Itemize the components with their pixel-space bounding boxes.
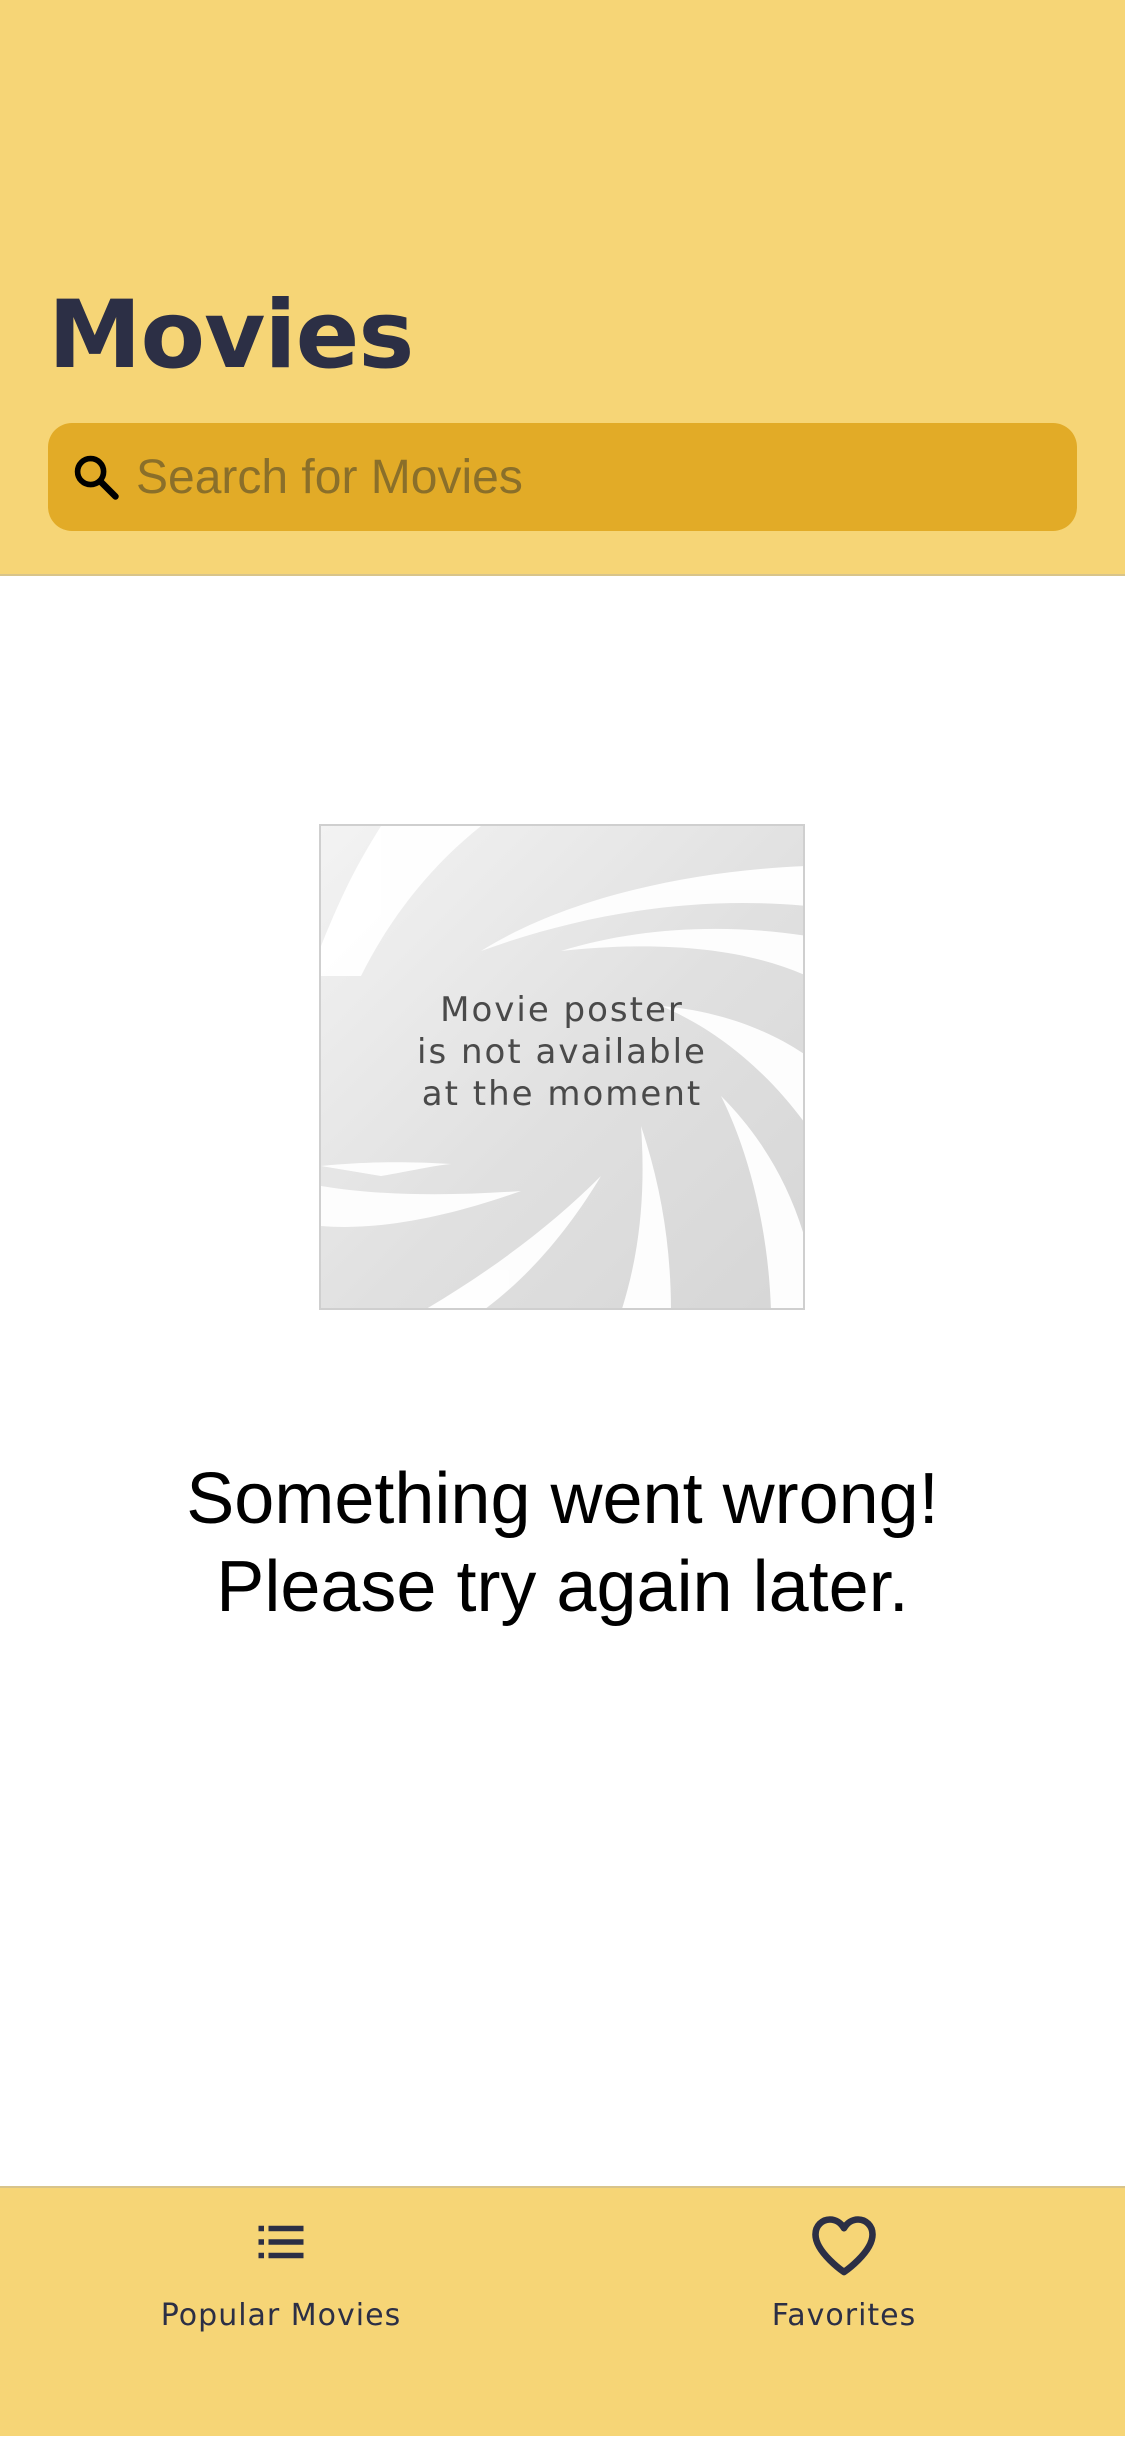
tab-popular-movies[interactable]: Popular Movies	[0, 2188, 562, 2438]
tab-label-popular-movies: Popular Movies	[160, 2298, 402, 2333]
page-title: Movies	[48, 281, 414, 390]
tab-favorites[interactable]: Favorites	[563, 2188, 1125, 2438]
search-bar[interactable]	[48, 423, 1077, 531]
search-input[interactable]	[136, 423, 1056, 531]
list-icon	[258, 2225, 304, 2259]
poster-unavailable-text: Movie poster is not available at the mom…	[417, 990, 707, 1114]
header: Movies	[0, 0, 1125, 576]
tab-label-favorites: Favorites	[771, 2298, 917, 2333]
poster-placeholder-image: Movie poster is not available at the mom…	[319, 824, 805, 1310]
error-message: Something went wrong! Please try again l…	[186, 1459, 939, 1627]
tab-bar: Popular Movies Favorites	[0, 2186, 1125, 2436]
search-icon	[74, 455, 119, 500]
heart-icon	[812, 2216, 876, 2276]
